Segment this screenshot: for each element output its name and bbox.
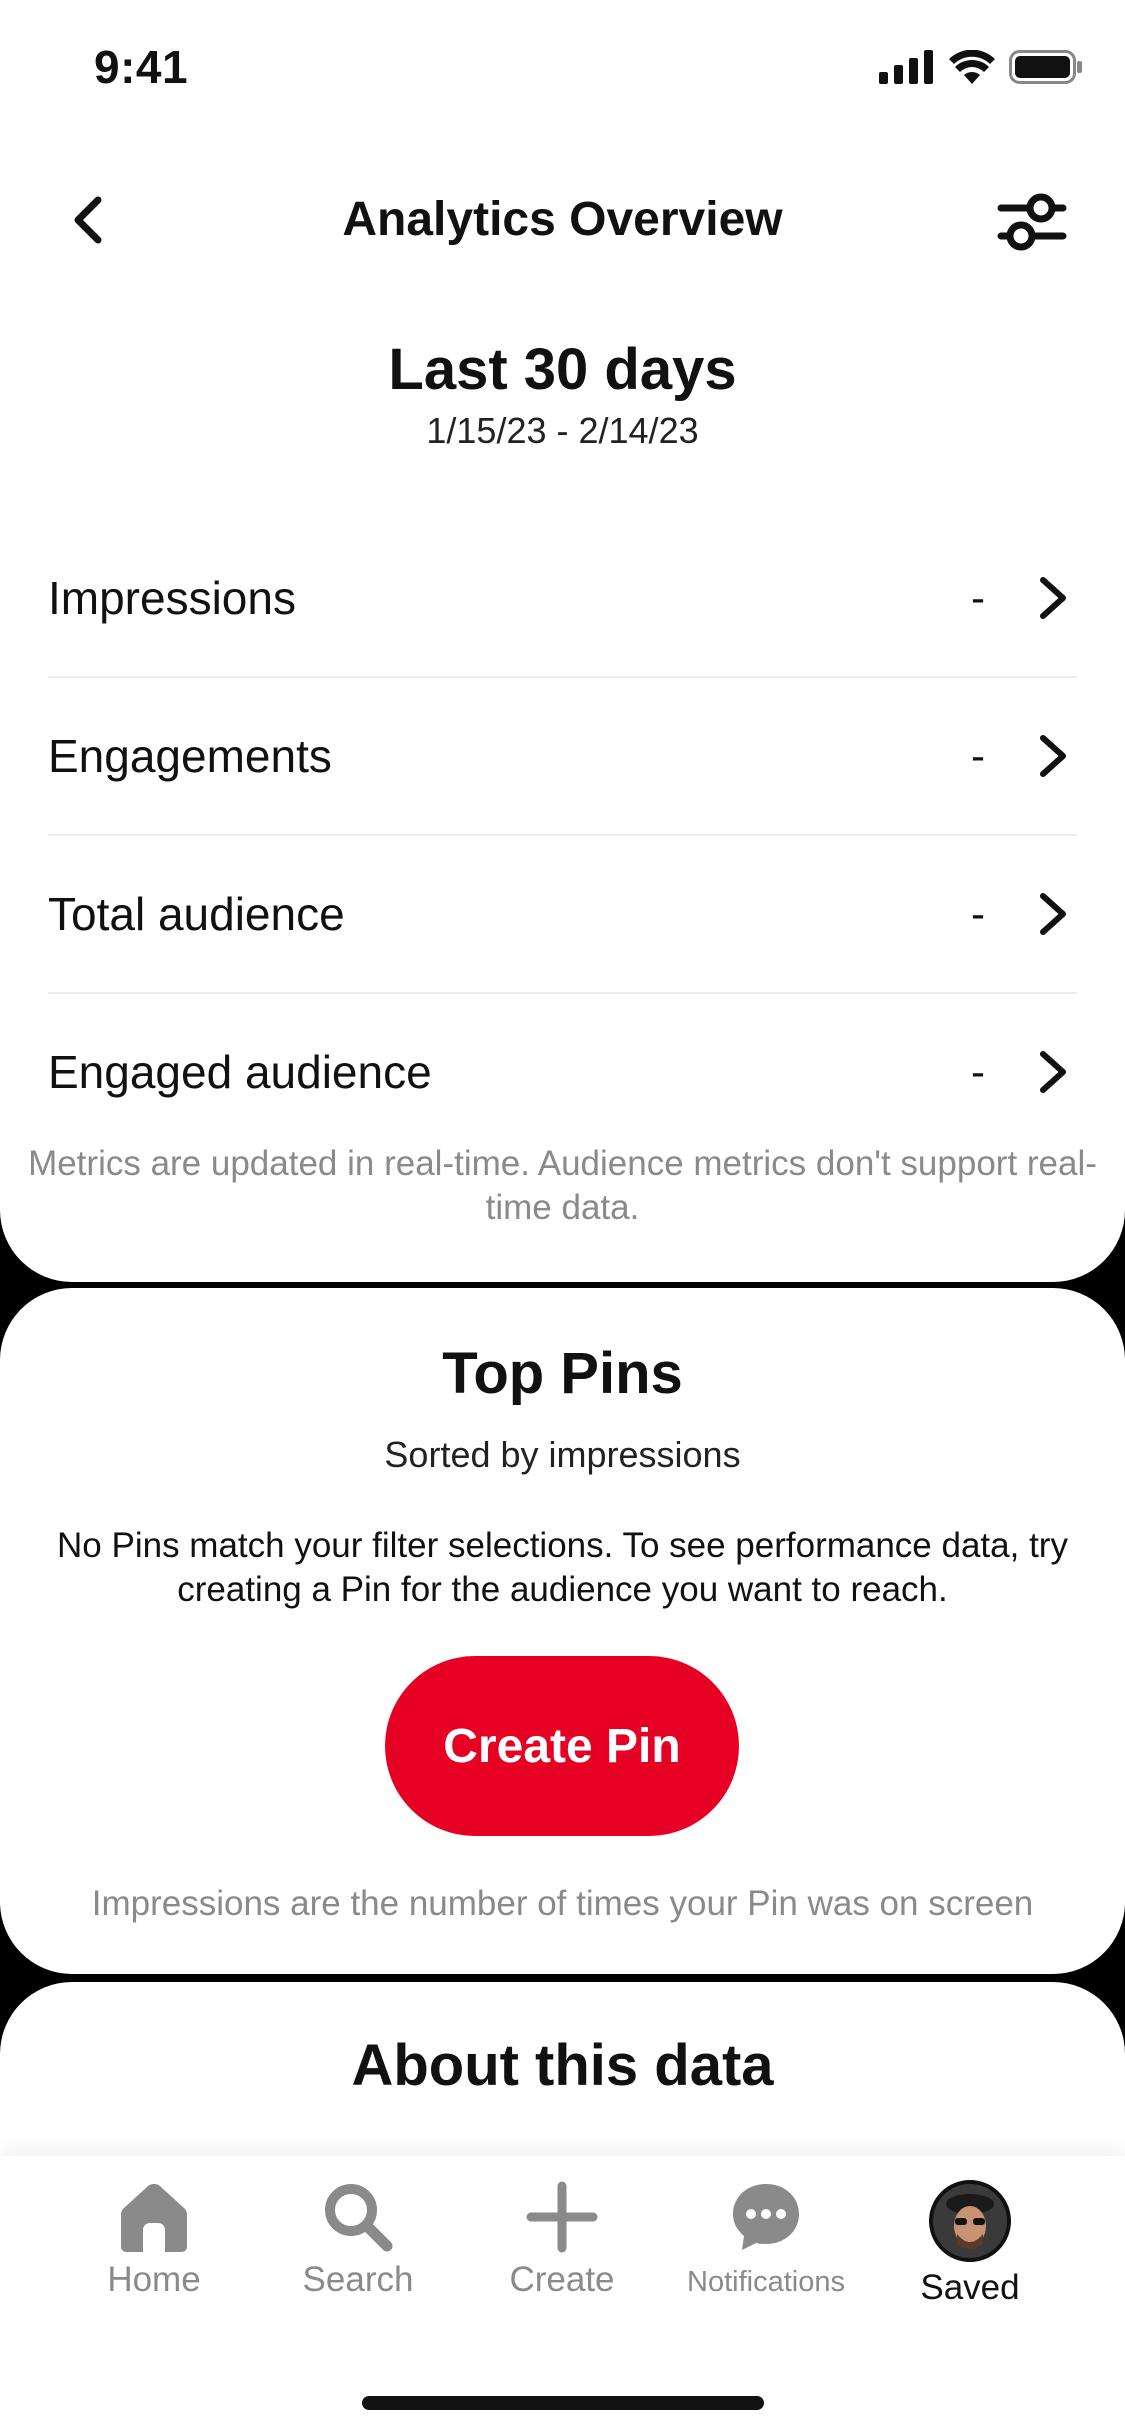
- avatar: [929, 2180, 1011, 2262]
- wifi-icon: [949, 50, 995, 84]
- chevron-right-icon: [1040, 893, 1066, 935]
- chevron-right-icon: [1040, 735, 1066, 777]
- metric-value: -: [971, 574, 985, 621]
- chevron-right-icon: [1040, 577, 1066, 619]
- plus-icon: [526, 2181, 598, 2253]
- tab-search[interactable]: Search: [258, 2180, 458, 2300]
- analytics-overview-card: 9:41 Analytics Overview Last 30 days 1/1…: [0, 0, 1125, 1282]
- filter-button[interactable]: [997, 190, 1067, 254]
- tab-home[interactable]: Home: [54, 2180, 254, 2300]
- tab-label: Create: [509, 2260, 615, 2299]
- tab-label: Search: [302, 2260, 414, 2299]
- tab-create[interactable]: Create: [462, 2180, 662, 2300]
- metrics-list: Impressions - Engagements - Total audien…: [48, 520, 1077, 1150]
- chat-bubble-icon: [733, 2184, 799, 2250]
- metrics-note: Metrics are updated in real-time. Audien…: [28, 1144, 1097, 1227]
- metric-value: -: [971, 732, 985, 779]
- sliders-icon: [997, 193, 1067, 251]
- metric-row-engaged-audience[interactable]: Engaged audience -: [48, 994, 1077, 1150]
- date-range-dates: 1/15/23 - 2/14/23: [426, 410, 699, 451]
- metric-label: Engagements: [48, 730, 332, 782]
- date-range-title: Last 30 days: [388, 337, 737, 402]
- metric-row-engagements[interactable]: Engagements -: [48, 678, 1077, 836]
- empty-state-message: No Pins match your filter selections. To…: [57, 1526, 1068, 1609]
- impressions-note: Impressions are the number of times your…: [91, 1884, 1034, 1923]
- metric-value: -: [971, 890, 985, 937]
- metric-row-impressions[interactable]: Impressions -: [48, 520, 1077, 678]
- metric-value: -: [971, 1048, 985, 1095]
- tab-notifications[interactable]: Notifications: [666, 2180, 866, 2299]
- top-pins-card: Top Pins Sorted by impressions No Pins m…: [0, 1288, 1125, 1974]
- metric-row-total-audience[interactable]: Total audience -: [48, 836, 1077, 994]
- status-time: 9:41: [94, 41, 189, 93]
- create-pin-button[interactable]: Create Pin: [385, 1656, 739, 1836]
- metric-label: Engaged audience: [48, 1046, 432, 1098]
- battery-icon: [1009, 50, 1082, 84]
- profile-photo: [933, 2184, 1007, 2258]
- home-indicator[interactable]: [362, 2396, 764, 2410]
- chevron-right-icon: [1040, 1051, 1066, 1093]
- top-pins-subtitle: Sorted by impressions: [384, 1434, 741, 1475]
- status-icons: [879, 50, 1083, 84]
- home-icon: [121, 2184, 187, 2252]
- top-pins-title: Top Pins: [442, 1341, 683, 1406]
- metric-label: Total audience: [48, 888, 345, 940]
- tab-bar: Home Search Create Notifications Saved: [0, 2156, 1125, 2436]
- tab-label: Home: [107, 2260, 201, 2299]
- about-title: About this data: [351, 2033, 774, 2098]
- tab-label: Saved: [920, 2268, 1020, 2307]
- metric-label: Impressions: [48, 572, 296, 624]
- tab-saved[interactable]: Saved: [870, 2180, 1070, 2308]
- signal-icon: [879, 50, 933, 84]
- page-title: Analytics Overview: [342, 193, 783, 246]
- search-icon: [325, 2184, 393, 2252]
- tab-label: Notifications: [687, 2266, 845, 2298]
